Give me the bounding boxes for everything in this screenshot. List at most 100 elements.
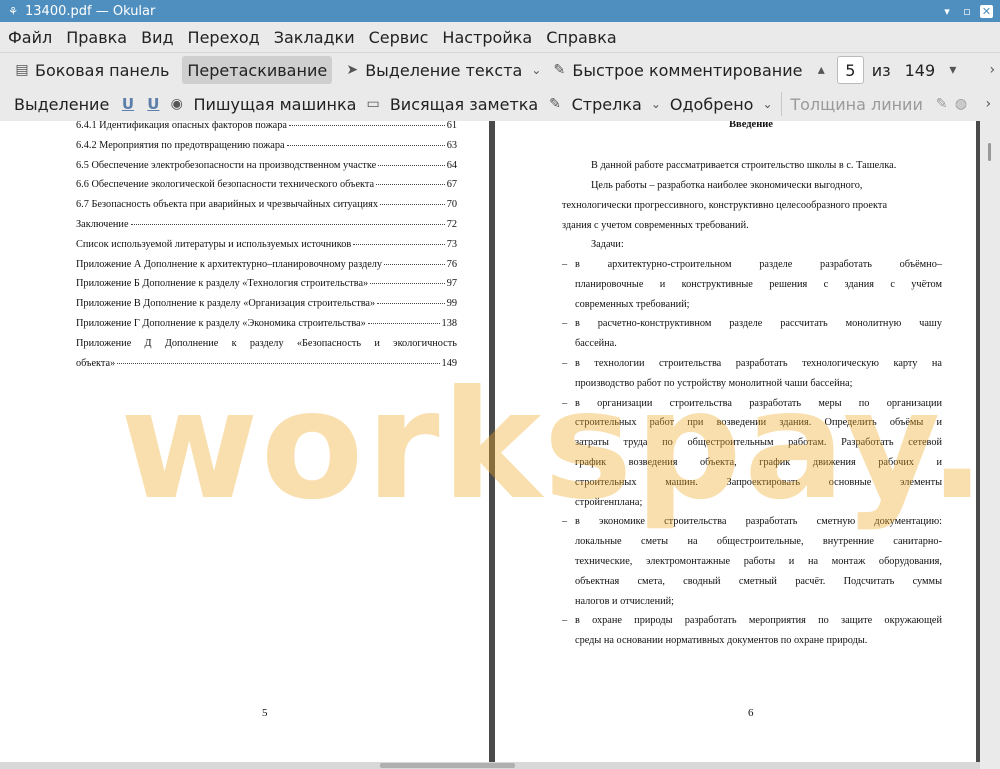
- cursor-arrow-icon: ➤: [346, 62, 359, 78]
- toc-entry-last-line2[interactable]: объекта» 149: [76, 354, 457, 374]
- toc-entry[interactable]: 6.7 Безопасность объекта при аварийных и…: [76, 195, 457, 215]
- toc-entry[interactable]: 6.5 Обеспечение электробезопасности на п…: [76, 156, 457, 176]
- toc-entry[interactable]: Приложение Б Дополнение к разделу «Техно…: [76, 274, 457, 294]
- toc-entry[interactable]: Приложение А Дополнение к архитектурно–п…: [76, 255, 457, 275]
- vertical-scrollbar[interactable]: [980, 121, 1000, 769]
- toc-dot-leader: [370, 273, 445, 285]
- task-text: в технологии строительства разработать т…: [575, 357, 942, 369]
- toc-entry-title: 6.4.1 Идентификация опасных факторов пож…: [76, 121, 287, 131]
- toc-entry[interactable]: 6.4.2 Мероприятия по предотвращению пожа…: [76, 136, 457, 156]
- task-bullet: [562, 275, 575, 295]
- menu-view[interactable]: Вид: [135, 28, 179, 47]
- previous-page-icon[interactable]: ▴: [817, 61, 825, 79]
- toc-dot-leader: [288, 121, 445, 126]
- menu-file[interactable]: Файл: [2, 28, 58, 47]
- toc-entry[interactable]: 6.6 Обеспечение экологической безопаснос…: [76, 175, 457, 195]
- toc-entry-title: Список используемой литературы и использ…: [76, 238, 352, 250]
- squiggly-underline-icon[interactable]: U: [146, 95, 161, 113]
- page-number: 6: [748, 707, 754, 719]
- section-heading: Введение: [729, 121, 773, 130]
- minimize-button[interactable]: ▾: [940, 4, 954, 18]
- task-line: среды на основании нормативных документо…: [562, 631, 942, 651]
- toolbar-overflow-icon[interactable]: ›: [981, 95, 996, 113]
- toc-word: Д: [144, 337, 152, 349]
- drag-tool-button[interactable]: Перетаскивание: [182, 56, 333, 84]
- task-text: локальные сметы на общестроительные, вну…: [575, 536, 942, 548]
- menu-settings[interactable]: Настройка: [436, 28, 538, 47]
- quick-comment-button[interactable]: ✎ Быстрое комментирование: [545, 56, 807, 84]
- maximize-button[interactable]: ▫: [960, 4, 974, 18]
- task-text: стройгенплана;: [575, 496, 643, 508]
- menu-tools[interactable]: Сервис: [363, 28, 435, 47]
- annotation-toolbar: Выделение U U ◉ Пишущая машинка ▭ Висяща…: [0, 87, 1000, 121]
- toc-dot-leader: [117, 353, 440, 364]
- toc-dot-leader: [376, 174, 445, 186]
- toc-entry-page: 149: [441, 357, 457, 369]
- color-picker-icon[interactable]: ✎: [934, 95, 949, 113]
- close-button[interactable]: ✕: [980, 4, 993, 18]
- toc-entry-page: 72: [446, 218, 457, 230]
- menu-bookmarks[interactable]: Закладки: [268, 28, 361, 47]
- task-text: в экономике строительства разработать см…: [575, 516, 942, 528]
- text-select-button[interactable]: ➤ Выделение текста: [338, 56, 527, 84]
- toc-entry-last-line1[interactable]: Приложение Д Дополнение к разделу «Безоп…: [76, 334, 457, 354]
- arrow-button[interactable]: Стрелка: [567, 90, 647, 118]
- task-text: технические, электромонтажные работы и н…: [575, 555, 942, 567]
- note-icon[interactable]: ▭: [365, 95, 380, 113]
- chevron-down-icon[interactable]: ⌄: [531, 63, 541, 77]
- chevron-down-icon[interactable]: ⌄: [762, 97, 772, 111]
- task-text: в организации строительства разработать …: [575, 397, 942, 409]
- toc-entry-page: 67: [446, 179, 457, 191]
- toc-entry[interactable]: 6.4.1 Идентификация опасных факторов пож…: [76, 121, 457, 136]
- task-line: график возведения объекта, график движен…: [562, 453, 942, 473]
- underline-icon[interactable]: U: [120, 95, 135, 113]
- sticky-note-button[interactable]: Висящая заметка: [385, 90, 543, 118]
- opacity-icon[interactable]: ◍: [953, 95, 968, 113]
- task-line: планировочные и конструктивные решения с…: [562, 275, 942, 295]
- toc-dot-leader: [384, 254, 445, 265]
- toc-entry[interactable]: Приложение Г Дополнение к разделу «Эконо…: [76, 314, 457, 334]
- task-line: локальные сметы на общестроительные, вну…: [562, 532, 942, 552]
- horizontal-scrollbar-handle[interactable]: [380, 763, 515, 768]
- approved-label: Одобрено: [669, 94, 754, 114]
- menu-help[interactable]: Справка: [540, 28, 623, 47]
- toolbar-overflow-icon[interactable]: ›: [989, 61, 996, 79]
- pdf-page-6: Введение В данной работе рассматривается…: [495, 121, 976, 762]
- toc-entry[interactable]: Список используемой литературы и использ…: [76, 235, 457, 255]
- task-line: – в технологии строительства разработать …: [562, 354, 942, 374]
- task-line: строительных машин. Запроектировать осно…: [562, 473, 942, 493]
- sidebar-button[interactable]: ▤ Боковая панель: [8, 56, 174, 84]
- tasks-list: – в архитектурно-строительном разделе раз…: [562, 255, 942, 651]
- scrollbar-handle[interactable]: [988, 143, 991, 161]
- line-width-button[interactable]: Толщина линии: [785, 90, 928, 118]
- task-line: производство работ по устройству монолит…: [562, 374, 942, 394]
- typewriter-button[interactable]: Пишущая машинка: [188, 90, 361, 118]
- task-bullet: [562, 413, 575, 433]
- toc-word: Дополнение: [164, 337, 219, 349]
- toc-entry[interactable]: Заключение 72: [76, 215, 457, 235]
- goal-line-3: здания с учетом современных требований.: [562, 220, 749, 231]
- pen-icon[interactable]: ✎: [547, 95, 562, 113]
- goal-line: Цель работы – разработка наиболее эконом…: [591, 180, 863, 191]
- toc-entry-title: Приложение Г Дополнение к разделу «Эконо…: [76, 317, 366, 329]
- toc-entry[interactable]: Приложение В Дополнение к разделу «Орган…: [76, 294, 457, 314]
- document-viewport[interactable]: 6.4.1 Идентификация опасных факторов пож…: [0, 121, 1000, 769]
- page-number-input[interactable]: 5: [836, 56, 864, 84]
- menu-go[interactable]: Переход: [182, 28, 266, 47]
- window-title: 13400.pdf — Okular: [25, 3, 156, 19]
- drag-tool-label: Перетаскивание: [187, 60, 328, 80]
- next-page-icon[interactable]: ▾: [949, 61, 956, 79]
- toc-entry-page: 64: [446, 159, 457, 171]
- sticky-note-label: Висящая заметка: [389, 94, 539, 114]
- stamp-icon[interactable]: ◉: [169, 95, 184, 113]
- toc-dot-leader: [353, 234, 445, 245]
- toc-word: Приложение: [76, 337, 132, 349]
- horizontal-scrollbar[interactable]: [0, 762, 980, 769]
- task-text: среды на основании нормативных документо…: [575, 635, 868, 647]
- selection-button[interactable]: Выделение: [9, 90, 114, 118]
- chevron-down-icon[interactable]: ⌄: [651, 97, 661, 111]
- okular-app-icon: ⚘: [8, 4, 18, 18]
- approved-stamp-button[interactable]: Одобрено: [665, 90, 759, 118]
- task-line: налогов и отчислений;: [562, 592, 942, 612]
- menu-edit[interactable]: Правка: [60, 28, 133, 47]
